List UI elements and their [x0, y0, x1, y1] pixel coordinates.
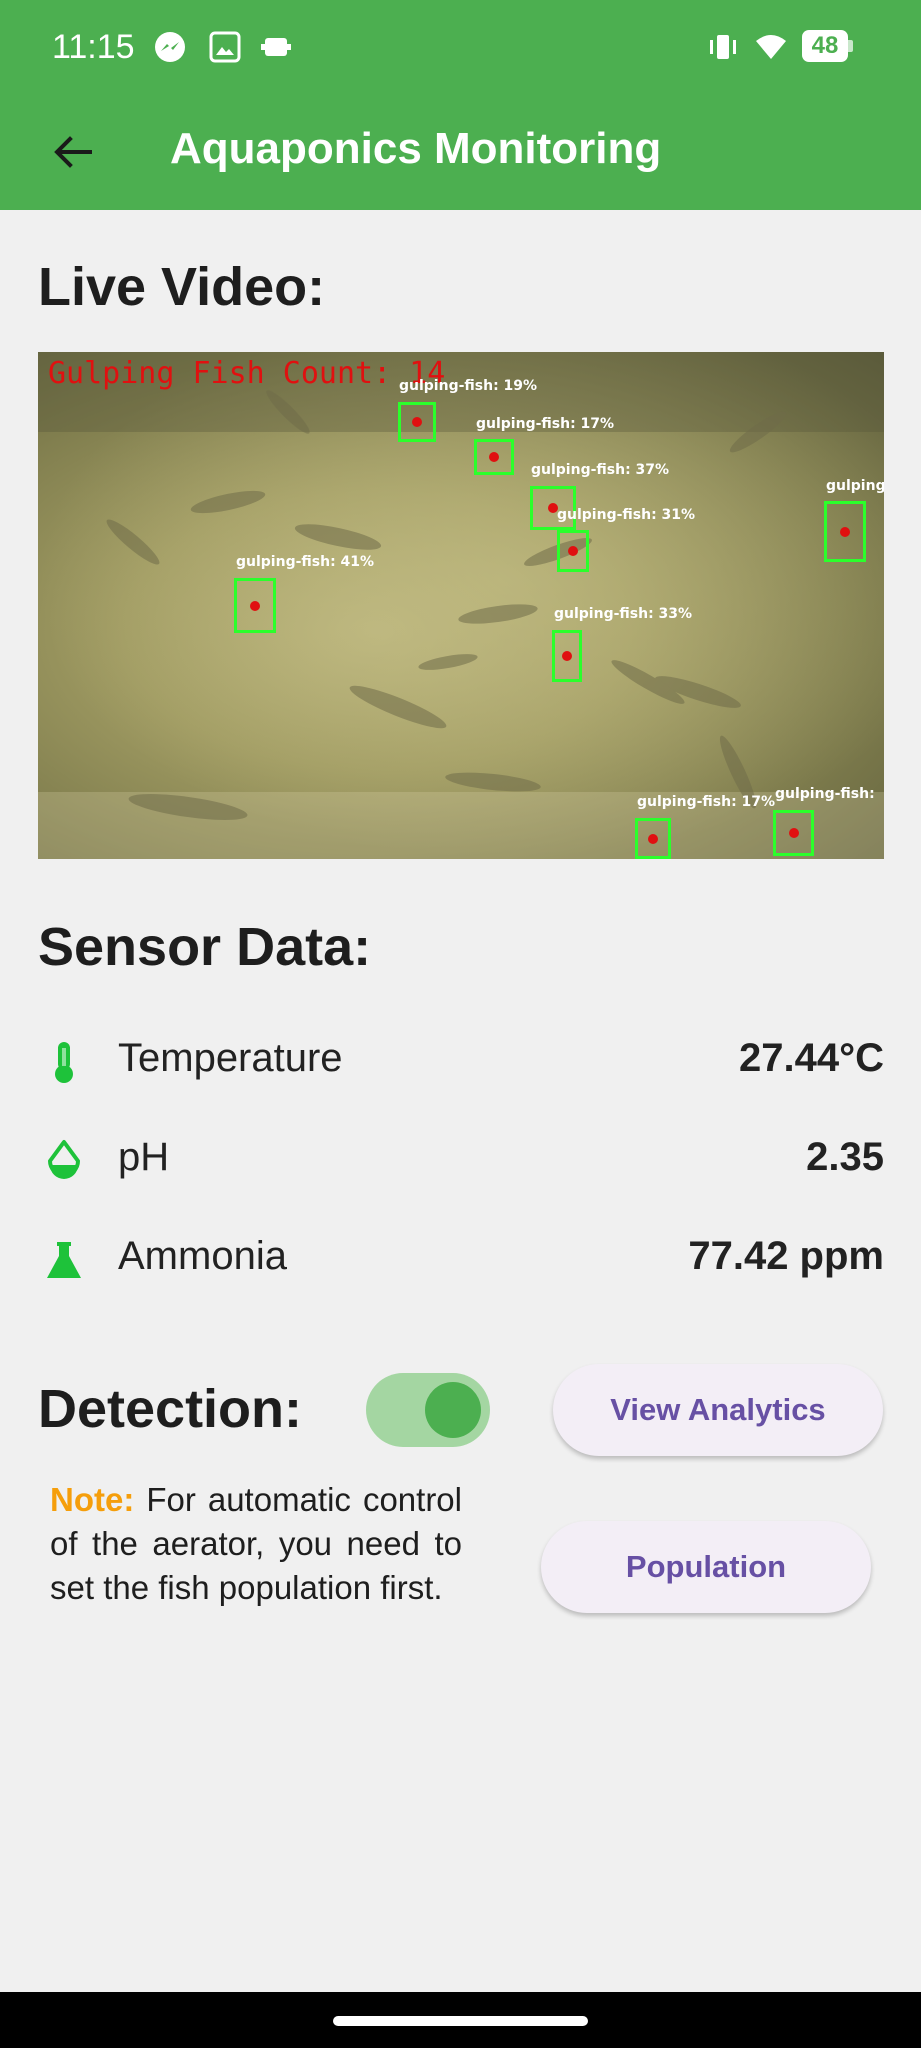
detection-box — [474, 439, 514, 475]
detection-box — [824, 501, 866, 562]
detection-box — [398, 402, 436, 442]
detection-label: gulping-fish: 41% — [236, 554, 375, 570]
sensor-value: 2.35 — [806, 1135, 884, 1179]
detection-label: gulping-fish: 17% — [637, 794, 776, 810]
detection-point — [568, 546, 578, 556]
back-button[interactable] — [36, 116, 108, 188]
detection-label: gulping-fish: 31% — [557, 507, 696, 523]
sensor-row-temperature: Temperature 27.44°C — [38, 1024, 884, 1094]
sensor-label: Temperature — [118, 1036, 343, 1080]
sensor-value: 77.42 ppm — [688, 1234, 884, 1278]
detection-point — [489, 452, 499, 462]
sensor-row-ammonia: Ammonia 77.42 ppm — [38, 1222, 884, 1292]
flask-icon — [47, 1242, 81, 1278]
detection-point — [562, 651, 572, 661]
detection-box — [234, 578, 276, 633]
detection-point — [788, 828, 799, 838]
water-drop-icon — [48, 1140, 80, 1179]
battery-icon: 48 — [802, 30, 854, 62]
live-video-feed[interactable]: Gulping Fish Count: 14 gulping-fish: 19%… — [38, 352, 884, 859]
fish-count-overlay: Gulping Fish Count: 14 — [48, 356, 446, 391]
detection-box — [552, 630, 582, 682]
detection-toggle[interactable] — [366, 1373, 490, 1447]
detection-point — [250, 600, 260, 611]
population-button[interactable]: Population — [541, 1521, 871, 1613]
live-video-title: Live Video: — [38, 257, 326, 317]
toggle-knob — [425, 1382, 481, 1438]
sensor-label: Ammonia — [118, 1234, 287, 1278]
detection-box — [773, 810, 814, 856]
note-label: Note: — [50, 1481, 135, 1518]
detection-point — [412, 417, 422, 427]
home-gesture-handle[interactable] — [333, 2016, 588, 2026]
wifi-icon — [756, 35, 786, 59]
detection-box — [557, 530, 589, 572]
messenger-icon — [155, 32, 185, 62]
app-title: Aquaponics Monitoring — [170, 124, 662, 173]
detection-label: gulping-fish: — [775, 786, 875, 802]
view-analytics-button[interactable]: View Analytics — [553, 1364, 883, 1456]
detection-label: gulping — [826, 478, 884, 494]
sensor-row-ph: pH 2.35 — [38, 1123, 884, 1193]
detection-label: gulping-fish: 19% — [399, 378, 538, 394]
sensor-value: 27.44°C — [739, 1036, 884, 1080]
detection-title: Detection: — [38, 1379, 303, 1439]
detection-note: Note: For automatic control of the aerat… — [50, 1478, 462, 1610]
detection-label: gulping-fish: 17% — [476, 416, 615, 432]
usb-icon — [261, 38, 291, 56]
thermometer-icon — [55, 1042, 73, 1083]
detection-label: gulping-fish: 33% — [554, 606, 693, 622]
detection-box — [635, 818, 671, 859]
battery-level: 48 — [811, 32, 839, 59]
status-bar: 11:15 48 — [0, 0, 921, 94]
detection-label: gulping-fish: 37% — [531, 462, 670, 478]
gallery-icon — [209, 31, 241, 63]
detection-point — [648, 833, 658, 844]
vibrate-icon — [710, 35, 736, 59]
app-bar: Aquaponics Monitoring — [0, 94, 921, 210]
status-time: 11:15 — [52, 28, 135, 66]
video-frame — [38, 352, 884, 859]
sensor-label: pH — [118, 1135, 170, 1179]
navigation-bar — [0, 1992, 921, 2048]
sensor-data-title: Sensor Data: — [38, 917, 372, 977]
detection-point — [840, 526, 850, 537]
arrow-back-icon — [54, 136, 92, 168]
